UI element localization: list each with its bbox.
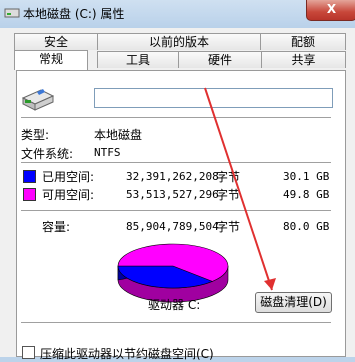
tab-general[interactable]: 常规 [14,50,88,70]
